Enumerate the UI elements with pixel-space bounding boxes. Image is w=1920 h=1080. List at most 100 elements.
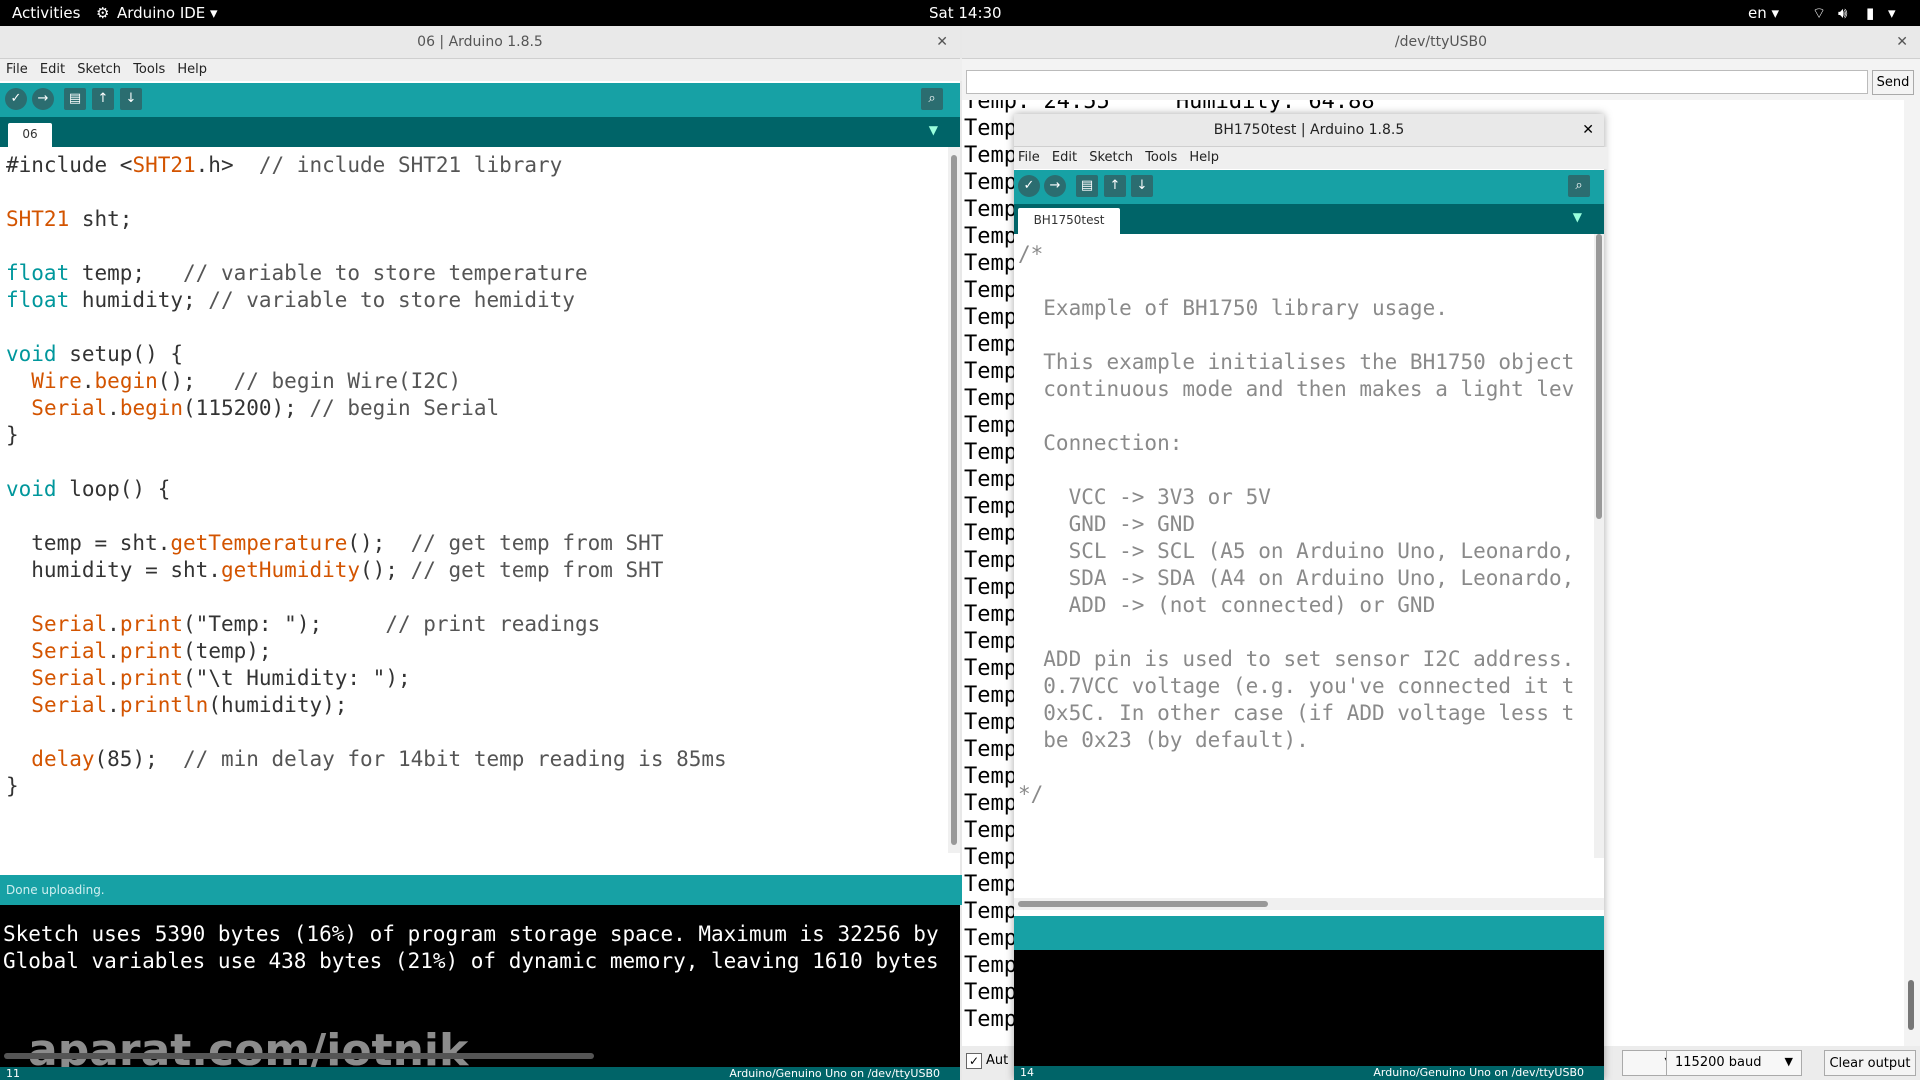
code-line: Serial.begin(115200); // begin Serial <box>31 396 500 420</box>
bh-code-line: This example initialises the BH1750 obje… <box>1018 350 1575 374</box>
watermark: aparat.com/iotnik <box>28 1025 469 1067</box>
menu-file[interactable]: File <box>6 62 28 77</box>
bh-open-arrow-up-icon[interactable]: ↑ <box>1104 175 1126 197</box>
bh-upload-arrow-icon[interactable]: → <box>1044 175 1066 197</box>
tab-bh1750test[interactable]: BH1750test <box>1018 208 1120 234</box>
serial-output-line: Temp <box>964 791 1017 816</box>
bh1750-code-editor[interactable]: /* Example of BH1750 library usage. This… <box>1014 234 1594 858</box>
tab-menu-chevron-down-icon[interactable]: ▼ <box>929 123 938 137</box>
bh1750-bottom-bar: 14 Arduino/Genuino Uno on /dev/ttyUSB0 <box>1014 1066 1604 1080</box>
bh-verify-check-icon[interactable]: ✓ <box>1018 175 1040 197</box>
bh-menu-edit[interactable]: Edit <box>1052 150 1077 165</box>
menu-help[interactable]: Help <box>177 62 207 77</box>
bh-new-file-icon[interactable]: ▤ <box>1076 175 1098 197</box>
bh1750-editor-horizontal-scrollbar[interactable] <box>1014 898 1604 910</box>
bh-code-line: GND -> GND <box>1018 512 1196 536</box>
bh1750-status-bar <box>1014 916 1604 950</box>
clear-output-button[interactable]: Clear output <box>1824 1050 1916 1076</box>
main-window-titlebar[interactable]: 06 | Arduino 1.8.5 ✕ <box>0 26 960 59</box>
volume-icon[interactable]: 🔊︎ <box>1838 4 1847 22</box>
bh1750-ide-window: BH1750test | Arduino 1.8.5 ✕ File Edit S… <box>1014 114 1608 1080</box>
serial-output-line: Temp <box>964 467 1017 492</box>
tab-06[interactable]: 06 <box>8 123 52 147</box>
main-status-bar: Done uploading. <box>0 875 966 905</box>
verify-check-icon[interactable]: ✓ <box>5 88 27 110</box>
system-menu-chevron-down-icon[interactable]: ▾ <box>1888 4 1896 22</box>
serial-output-line: Temp <box>964 224 1017 249</box>
save-arrow-down-icon[interactable]: ↓ <box>120 88 142 110</box>
serial-output-line: Temp <box>964 413 1017 438</box>
bh-code-line <box>1018 322 1574 349</box>
baud-rate-value: 115200 baud <box>1675 1055 1762 1070</box>
wifi-icon[interactable]: ⌔ <box>1812 4 1826 23</box>
main-window-title: 06 | Arduino 1.8.5 <box>417 34 543 50</box>
baud-rate-dropdown[interactable]: 115200 baud ▼ <box>1666 1050 1802 1076</box>
app-menu-button[interactable]: Arduino IDE ▾ <box>117 4 218 22</box>
console-horizontal-scrollbar[interactable] <box>4 1053 594 1059</box>
bh-board-info: Arduino/Genuino Uno on /dev/ttyUSB0 <box>1373 1066 1584 1079</box>
bh-code-line <box>1018 619 1574 646</box>
main-editor-vertical-scrollbar[interactable] <box>948 147 960 853</box>
serial-output-line: Temp <box>964 305 1017 330</box>
bh-menu-sketch[interactable]: Sketch <box>1089 150 1133 165</box>
language-indicator[interactable]: en ▾ <box>1748 4 1779 22</box>
bh-serial-monitor-magnifier-icon[interactable]: ⌕ <box>1568 175 1590 197</box>
new-file-icon[interactable]: ▤ <box>64 88 86 110</box>
bh-code-line: be 0x23 (by default). <box>1018 728 1309 752</box>
serial-output-line: Temp <box>964 197 1017 222</box>
activities-button[interactable]: Activities <box>12 4 80 22</box>
menu-edit[interactable]: Edit <box>40 62 65 77</box>
system-top-bar: Activities ⚙ Arduino IDE ▾ Sat 14:30 en … <box>0 0 1920 26</box>
battery-icon[interactable]: ▮ <box>1866 4 1874 22</box>
bh-menu-file[interactable]: File <box>1018 150 1040 165</box>
send-button[interactable]: Send <box>1872 70 1914 95</box>
serial-close-icon[interactable]: ✕ <box>1896 26 1908 58</box>
bh-code-line: Connection: <box>1018 431 1183 455</box>
open-arrow-up-icon[interactable]: ↑ <box>92 88 114 110</box>
baud-chevron-down-icon: ▼ <box>1784 1055 1793 1068</box>
serial-output-line: Temp <box>964 386 1017 411</box>
bh1750-editor-vertical-scrollbar[interactable] <box>1594 234 1604 858</box>
main-console: Sketch uses 5390 bytes (16%) of program … <box>0 905 960 1067</box>
main-window-close-icon[interactable]: ✕ <box>936 26 948 58</box>
serial-output-line: Temp <box>964 548 1017 573</box>
code-line: } <box>6 774 19 798</box>
bh-save-arrow-down-icon[interactable]: ↓ <box>1131 175 1153 197</box>
bh-code-line <box>1018 808 1574 835</box>
main-code-editor[interactable]: #include <SHT21.h> // include SHT21 libr… <box>0 147 948 853</box>
autoscroll-checkbox[interactable]: ✓ <box>966 1053 982 1069</box>
serial-monitor-titlebar[interactable]: /dev/ttyUSB0 ✕ <box>962 26 1920 59</box>
serial-output-line: Temp <box>964 980 1017 1005</box>
serial-output-line: Temp <box>964 926 1017 951</box>
bh-menu-help[interactable]: Help <box>1189 150 1219 165</box>
serial-output-line: Temp <box>964 278 1017 303</box>
clock[interactable]: Sat 14:30 <box>929 4 1002 22</box>
serial-output-line: Temp <box>964 818 1017 843</box>
serial-output-first-line: Temp: 24.55 Humidity: 64.88 <box>964 100 1375 114</box>
serial-input[interactable] <box>966 70 1868 94</box>
serial-output-line: Temp <box>964 629 1017 654</box>
bh-tab-menu-chevron-down-icon[interactable]: ▼ <box>1573 210 1582 224</box>
code-line: temp = sht.getTemperature(); // get temp… <box>6 531 664 555</box>
bh-code-line: ADD -> (not connected) or GND <box>1018 593 1436 617</box>
bh1750-close-icon[interactable]: ✕ <box>1582 114 1594 146</box>
serial-monitor-magnifier-icon[interactable]: ⌕ <box>921 88 943 110</box>
serial-output-scrollbar[interactable] <box>1904 100 1918 1058</box>
main-toolbar: ✓ → ▤ ↑ ↓ ⌕ <box>0 83 960 117</box>
menu-tools[interactable]: Tools <box>133 62 165 77</box>
upload-arrow-icon[interactable]: → <box>32 88 54 110</box>
code-line: delay(85); // min delay for 14bit temp r… <box>31 747 727 771</box>
bh-code-line: ADD pin is used to set sensor I2C addres… <box>1018 647 1575 671</box>
serial-output-line: Temp <box>964 251 1017 276</box>
bh1750-titlebar[interactable]: BH1750test | Arduino 1.8.5 ✕ <box>1014 114 1604 147</box>
serial-output-line: Temp <box>964 359 1017 384</box>
menu-sketch[interactable]: Sketch <box>77 62 121 77</box>
code-line: void setup() { <box>6 342 184 366</box>
bh-code-line: Example of BH1750 library usage. <box>1018 296 1448 320</box>
serial-output-line: Temp <box>964 602 1017 627</box>
serial-output-line: Temp <box>964 575 1017 600</box>
editor-gap <box>0 853 960 875</box>
bh-menu-tools[interactable]: Tools <box>1145 150 1177 165</box>
code-line: Serial.print("\t Humidity: "); <box>31 666 411 690</box>
